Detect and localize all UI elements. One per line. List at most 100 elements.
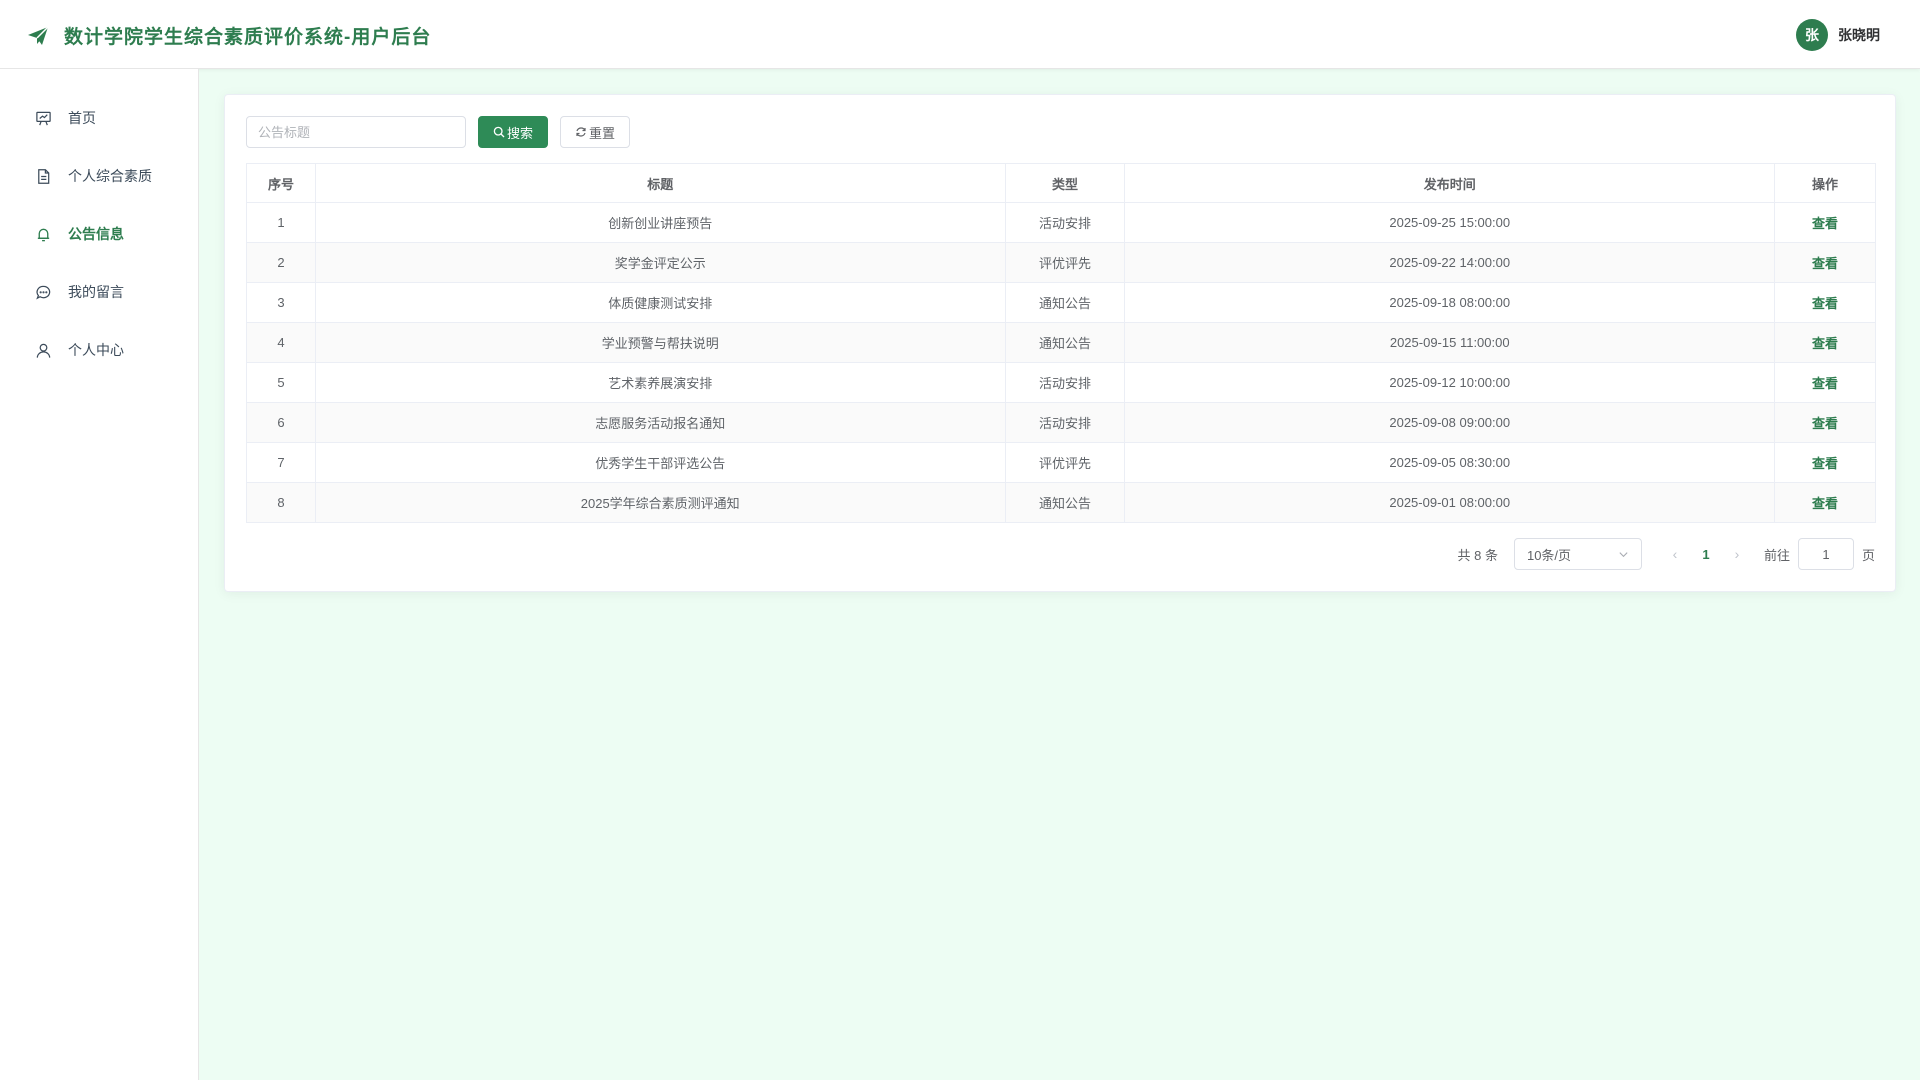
cell-time: 2025-09-15 11:00:00 [1124, 322, 1776, 363]
pagination-total: 共 8 条 [1457, 547, 1498, 563]
cell-title: 创新创业讲座预告 [314, 202, 1006, 243]
table-row: 8 2025学年综合素质测评通知 通知公告 2025-09-01 08:00:0… [246, 482, 1876, 523]
cell-title: 2025学年综合素质测评通知 [314, 482, 1006, 523]
view-link[interactable]: 查看 [1812, 296, 1838, 311]
view-link[interactable]: 查看 [1812, 416, 1838, 431]
top-header: 数计学院学生综合素质评价系统-用户后台 张 张晓明 [0, 0, 1920, 69]
reset-button-label: 重置 [589, 125, 616, 141]
chevron-down-icon [1619, 551, 1628, 557]
cell-index: 3 [246, 282, 316, 323]
cell-type: 活动安排 [1004, 202, 1126, 243]
column-header: 序号 [246, 163, 316, 203]
cell-action: 查看 [1774, 402, 1876, 443]
page-number[interactable]: 1 [1688, 547, 1724, 562]
search-toolbar: 搜索 重置 [246, 116, 631, 148]
chart-board-icon [36, 111, 51, 125]
page-unit-label: 页 [1861, 547, 1875, 563]
goto-label: 前往 [1763, 547, 1790, 563]
user-icon [36, 343, 51, 358]
sidebar: 首页 个人综合素质 公告信息 我的留言 个人中心 [0, 69, 199, 1080]
cell-index: 7 [246, 442, 316, 483]
column-header: 标题 [314, 163, 1006, 203]
cell-type: 通知公告 [1004, 322, 1126, 363]
bell-icon [37, 228, 50, 241]
sidebar-item-label: 个人综合素质 [68, 168, 152, 184]
table-row: 5 艺术素养展演安排 活动安排 2025-09-12 10:00:00 查看 [246, 362, 1876, 403]
cell-type: 评优评先 [1004, 442, 1126, 483]
user-menu[interactable]: 张 张晓明 [1796, 19, 1880, 51]
brand: 数计学院学生综合素质评价系统-用户后台 [26, 22, 431, 49]
column-header: 发布时间 [1124, 163, 1776, 203]
cell-action: 查看 [1774, 242, 1876, 283]
announcement-card: 搜索 重置 序号 标题 类型 发布时间 操作 1 创新创业讲座预告 活动安排 2… [224, 94, 1896, 592]
user-name[interactable]: 张晓明 [1838, 25, 1880, 45]
pagination: 共 8 条 10条/页 ‹ 1 › 前往 页 [1457, 538, 1875, 570]
sidebar-item-profile[interactable]: 个人中心 [0, 321, 198, 379]
cell-title: 奖学金评定公示 [314, 242, 1006, 283]
prev-page-button[interactable]: ‹ [1662, 546, 1688, 562]
view-link[interactable]: 查看 [1812, 216, 1838, 231]
app-title: 数计学院学生综合素质评价系统-用户后台 [64, 27, 432, 48]
cell-action: 查看 [1774, 442, 1876, 483]
cell-type: 通知公告 [1004, 282, 1126, 323]
table-row: 1 创新创业讲座预告 活动安排 2025-09-25 15:00:00 查看 [246, 202, 1876, 243]
document-icon [38, 168, 50, 184]
column-header: 操作 [1774, 163, 1876, 203]
cell-index: 6 [246, 402, 316, 443]
cell-type: 活动安排 [1004, 362, 1126, 403]
cell-action: 查看 [1774, 482, 1876, 523]
sidebar-item-home[interactable]: 首页 [0, 89, 198, 147]
table-row: 2 奖学金评定公示 评优评先 2025-09-22 14:00:00 查看 [246, 242, 1876, 283]
announcement-table: 序号 标题 类型 发布时间 操作 1 创新创业讲座预告 活动安排 2025-09… [246, 163, 1876, 523]
cell-index: 8 [246, 482, 316, 523]
cell-action: 查看 [1774, 362, 1876, 403]
sidebar-item-label: 我的留言 [68, 284, 124, 300]
cell-action: 查看 [1774, 282, 1876, 323]
table-row: 3 体质健康测试安排 通知公告 2025-09-18 08:00:00 查看 [246, 282, 1876, 323]
cell-action: 查看 [1774, 322, 1876, 363]
table-header-row: 序号 标题 类型 发布时间 操作 [246, 163, 1876, 203]
cell-time: 2025-09-01 08:00:00 [1124, 482, 1776, 523]
cell-time: 2025-09-18 08:00:00 [1124, 282, 1776, 323]
view-link[interactable]: 查看 [1812, 256, 1838, 271]
table-row: 6 志愿服务活动报名通知 活动安排 2025-09-08 09:00:00 查看 [246, 402, 1876, 443]
cell-title: 优秀学生干部评选公告 [314, 442, 1006, 483]
search-input[interactable] [246, 116, 466, 148]
table-row: 7 优秀学生干部评选公告 评优评先 2025-09-05 08:30:00 查看 [246, 442, 1876, 483]
search-button[interactable]: 搜索 [478, 116, 549, 148]
avatar[interactable]: 张 [1796, 19, 1828, 51]
cell-index: 5 [246, 362, 316, 403]
cell-index: 1 [246, 202, 316, 243]
cell-index: 4 [246, 322, 316, 363]
view-link[interactable]: 查看 [1812, 456, 1838, 471]
table-row: 4 学业预警与帮扶说明 通知公告 2025-09-15 11:00:00 查看 [246, 322, 1876, 363]
cell-index: 2 [246, 242, 316, 283]
cell-type: 活动安排 [1004, 402, 1126, 443]
sidebar-item-announcements[interactable]: 公告信息 [0, 205, 198, 263]
next-page-button[interactable]: › [1724, 546, 1750, 562]
view-link[interactable]: 查看 [1812, 336, 1838, 351]
cell-time: 2025-09-22 14:00:00 [1124, 242, 1776, 283]
paper-plane-icon [28, 25, 49, 45]
cell-time: 2025-09-08 09:00:00 [1124, 402, 1776, 443]
view-link[interactable]: 查看 [1812, 376, 1838, 391]
sidebar-item-personal-quality[interactable]: 个人综合素质 [0, 147, 198, 205]
search-icon [493, 126, 505, 138]
page-size-select[interactable]: 10条/页 [1513, 538, 1642, 570]
reset-button[interactable]: 重置 [560, 116, 631, 148]
column-header: 类型 [1004, 163, 1126, 203]
refresh-icon [576, 127, 586, 137]
sidebar-item-messages[interactable]: 我的留言 [0, 263, 198, 321]
cell-title: 体质健康测试安排 [314, 282, 1006, 323]
cell-action: 查看 [1774, 202, 1876, 243]
cell-title: 志愿服务活动报名通知 [314, 402, 1006, 443]
sidebar-item-label: 公告信息 [68, 226, 124, 242]
cell-time: 2025-09-05 08:30:00 [1124, 442, 1776, 483]
cell-type: 通知公告 [1004, 482, 1126, 523]
cell-time: 2025-09-12 10:00:00 [1124, 362, 1776, 403]
view-link[interactable]: 查看 [1812, 496, 1838, 511]
cell-title: 学业预警与帮扶说明 [314, 322, 1006, 363]
sidebar-item-label: 首页 [68, 110, 96, 126]
search-button-label: 搜索 [507, 125, 534, 141]
goto-page-input[interactable] [1797, 538, 1854, 570]
